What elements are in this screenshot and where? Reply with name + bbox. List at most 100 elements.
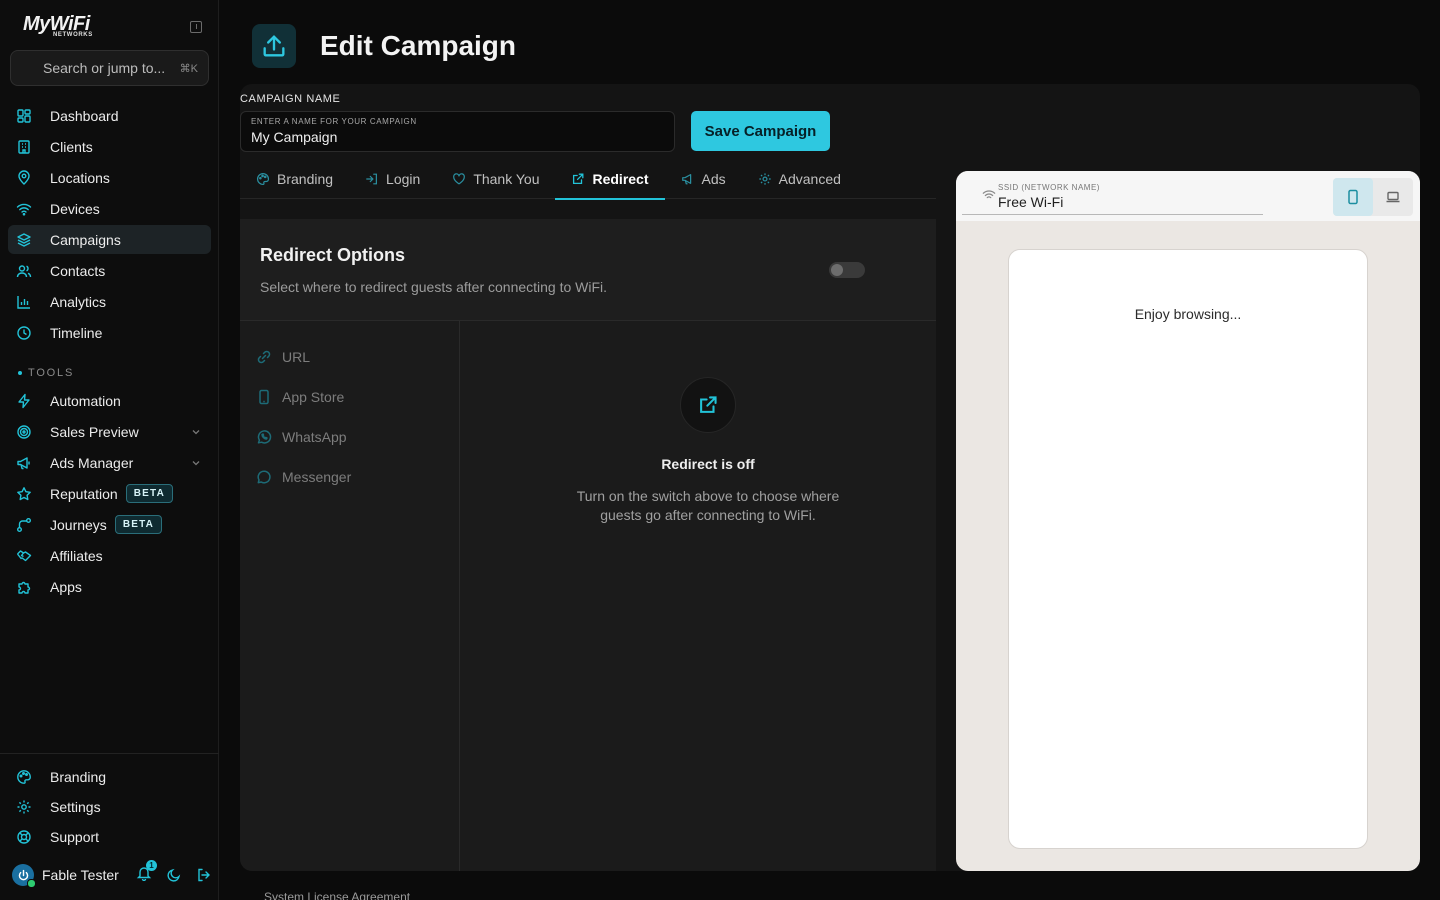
user-name: Fable Tester <box>42 867 119 883</box>
redirect-option-whatsapp[interactable]: WhatsApp <box>240 417 459 457</box>
card-header: Redirect Options Select where to redirec… <box>240 219 936 321</box>
route-icon <box>17 517 31 532</box>
sidebar-item-label: Contacts <box>50 262 106 279</box>
smartphone-icon <box>1348 189 1358 205</box>
sidebar-item-apps[interactable]: Apps <box>8 572 211 601</box>
ssid-field[interactable]: SSID (NETWORK NAME) Free Wi-Fi <box>962 177 1263 215</box>
sidebar-item-campaigns[interactable]: Campaigns <box>8 225 211 254</box>
beta-badge: BETA <box>114 515 163 534</box>
external-link-icon <box>573 173 584 184</box>
redirect-option-url[interactable]: URL <box>240 337 459 377</box>
wifi-icon <box>982 190 996 199</box>
building-icon <box>18 139 30 154</box>
campaign-name-value: My Campaign <box>251 129 338 145</box>
tab-redirect[interactable]: Redirect <box>555 158 665 200</box>
notifications-button[interactable]: 1 <box>136 859 157 886</box>
sidebar-item-dashboard[interactable]: Dashboard <box>8 101 211 130</box>
upload-icon <box>252 24 296 68</box>
ssid-value: Free Wi-Fi <box>998 194 1064 210</box>
dashboard-icon <box>17 108 31 123</box>
sidebar-item-reputation[interactable]: Reputation BETA <box>8 479 211 508</box>
beta-badge: BETA <box>125 484 173 503</box>
sidebar-item-settings[interactable]: Settings <box>8 793 211 821</box>
sidebar-item-label: Branding <box>50 769 107 785</box>
license-agreement-link[interactable]: System License Agreement <box>264 890 410 900</box>
sidebar-item-label: Dashboard <box>50 107 119 124</box>
gear-icon <box>17 800 31 814</box>
campaign-name-hint: ENTER A NAME FOR YOUR CAMPAIGN <box>251 117 417 126</box>
tab-advanced[interactable]: Advanced <box>742 158 857 199</box>
campaign-name-input[interactable]: ENTER A NAME FOR YOUR CAMPAIGN My Campai… <box>240 111 675 152</box>
redirect-option-app-store[interactable]: App Store <box>240 377 459 417</box>
mobile-view-button[interactable] <box>1333 178 1373 216</box>
sidebar-item-label: Automation <box>50 392 121 409</box>
option-label: Messenger <box>282 469 352 485</box>
star-icon <box>17 486 31 500</box>
bolt-icon <box>18 393 30 408</box>
notification-count: 1 <box>146 859 157 871</box>
avatar[interactable] <box>12 864 36 888</box>
gear-icon <box>758 172 771 185</box>
sidebar-item-locations[interactable]: Locations <box>8 163 211 192</box>
sidebar-item-journeys[interactable]: Journeys BETA <box>8 510 211 539</box>
lifebuoy-icon <box>17 830 31 844</box>
sidebar-item-contacts[interactable]: Contacts <box>8 256 211 285</box>
tab-label: Ads <box>701 170 726 187</box>
tab-ads[interactable]: Ads <box>665 158 742 199</box>
sidebar-item-support[interactable]: Support <box>8 823 211 851</box>
option-label: WhatsApp <box>282 429 347 445</box>
heart-icon <box>453 172 466 184</box>
tab-thank-you[interactable]: Thank You <box>436 158 555 199</box>
search-input[interactable]: Search or jump to... ⌘K <box>10 50 209 86</box>
option-label: App Store <box>282 389 345 405</box>
sidebar-item-affiliates[interactable]: Affiliates <box>8 541 211 570</box>
sidebar-item-label: Affiliates <box>50 547 103 564</box>
tab-label: Login <box>386 170 421 187</box>
option-label: URL <box>282 349 311 365</box>
device-toggle <box>1333 178 1413 216</box>
sidebar-item-label: Settings <box>50 799 101 815</box>
login-icon <box>366 173 378 184</box>
campaign-tabs: Branding Login Thank You Redirect Ads Ad… <box>240 158 936 200</box>
empty-state-title: Redirect is off <box>661 456 755 472</box>
empty-state-description: Turn on the switch above to choose where… <box>576 488 840 523</box>
redirect-option-messenger[interactable]: Messenger <box>240 457 459 497</box>
external-link-icon <box>680 377 736 433</box>
desktop-view-button[interactable] <box>1373 178 1413 216</box>
sidebar-item-label: Apps <box>50 578 82 595</box>
chevron-down-icon[interactable] <box>191 427 201 437</box>
sidebar-item-automation[interactable]: Automation <box>8 386 211 415</box>
tab-login[interactable]: Login <box>349 158 436 199</box>
tab-branding[interactable]: Branding <box>240 158 349 199</box>
sidebar-item-ads-manager[interactable]: Ads Manager <box>8 448 211 477</box>
sidebar-item-clients[interactable]: Clients <box>8 132 211 161</box>
redirect-options-card: Redirect Options Select where to redirec… <box>240 219 936 871</box>
save-campaign-button[interactable]: Save Campaign <box>691 111 830 151</box>
page-title: Edit Campaign <box>320 30 517 61</box>
chevron-down-icon[interactable] <box>191 458 201 468</box>
logout-icon[interactable] <box>196 867 212 883</box>
sidebar-item-sales-preview[interactable]: Sales Preview <box>8 417 211 446</box>
power-icon <box>18 869 28 880</box>
sidebar-item-branding[interactable]: Branding <box>8 763 211 791</box>
logo-wordmark: MyWiFi <box>23 13 90 35</box>
wifi-icon <box>16 203 32 215</box>
card-subtitle: Select where to redirect guests after co… <box>260 279 608 295</box>
sidebar-item-label: Reputation <box>50 485 118 502</box>
card-title: Redirect Options <box>260 245 406 265</box>
users-icon <box>16 264 32 277</box>
handshake-icon <box>16 549 32 561</box>
sidebar-item-analytics[interactable]: Analytics <box>8 287 211 316</box>
app-logo[interactable]: MyWiFi NETWORKS <box>23 14 103 40</box>
page-header: Edit Campaign <box>252 24 516 68</box>
section-dot <box>18 371 22 376</box>
sidebar-item-label: Journeys <box>50 516 107 533</box>
redirect-toggle[interactable] <box>829 262 865 278</box>
search-placeholder: Search or jump to... <box>43 60 166 76</box>
user-actions: 1 <box>136 859 212 886</box>
sidebar-collapse-icon[interactable] <box>190 21 202 33</box>
laptop-icon <box>1386 191 1400 203</box>
sidebar-item-timeline[interactable]: Timeline <box>8 318 211 347</box>
sidebar-item-devices[interactable]: Devices <box>8 194 211 223</box>
moon-icon[interactable] <box>166 867 182 883</box>
